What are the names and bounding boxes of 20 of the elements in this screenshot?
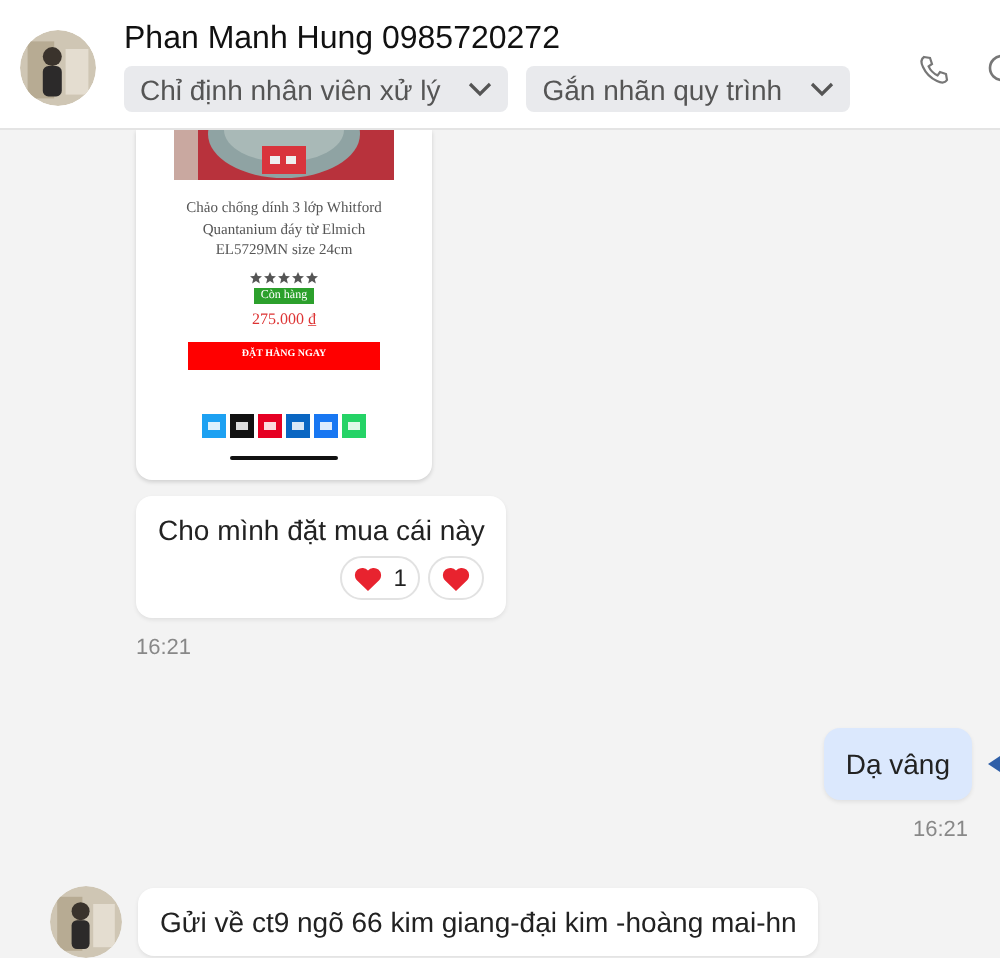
sent-icon: [988, 754, 1000, 774]
product-price: 275.000 ₫: [251, 309, 317, 327]
contact-name: Phan Manh Hung 0985720272: [124, 22, 562, 58]
phone-icon[interactable]: [918, 54, 950, 86]
reaction-chip[interactable]: 1: [339, 556, 421, 600]
reaction-count: 1: [393, 564, 407, 592]
avatar: [20, 30, 96, 106]
message-text: Dạ vâng: [845, 748, 950, 780]
reaction-chip[interactable]: [428, 556, 485, 600]
message-text: Gửi về ct9 ngõ 66 kim giang-đại kim -hoàng mai-hn: [160, 906, 797, 938]
dropdown[interactable]: Gắn nhãn quy trình: [526, 66, 851, 112]
home-indicator: [230, 455, 338, 459]
chevron-icon: [468, 81, 493, 97]
message-text: Cho mình đặt mua cái này: [158, 514, 485, 546]
message-time: 16:21: [912, 818, 968, 842]
chevron-icon: [810, 81, 835, 97]
heart-icon: [442, 565, 471, 591]
dropdown[interactable]: Chỉ định nhân viên xử lý: [124, 66, 509, 112]
heart-icon: [353, 565, 382, 591]
message-time: 16:21: [136, 636, 192, 660]
